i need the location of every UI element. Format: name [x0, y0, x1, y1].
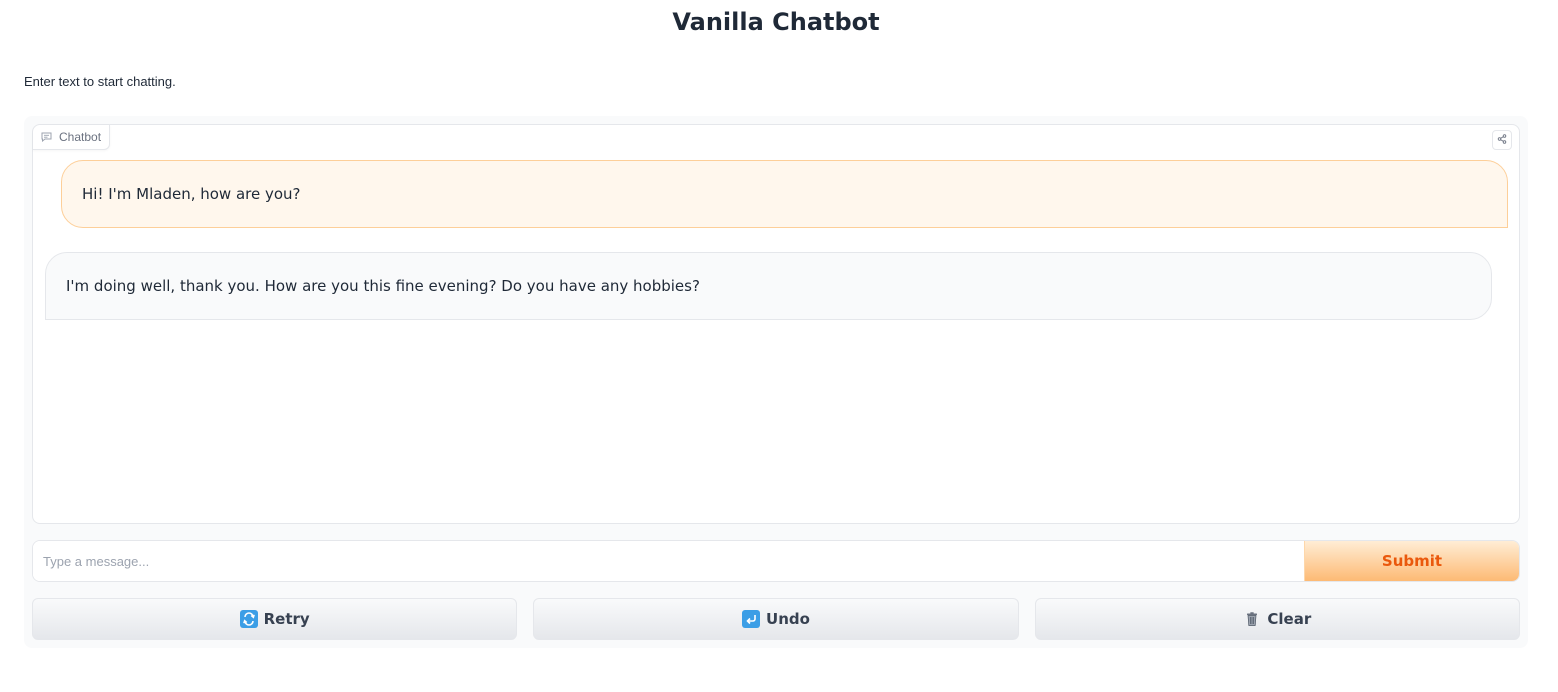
submit-button[interactable]: Submit [1304, 541, 1519, 581]
page-title: Vanilla Chatbot [672, 8, 880, 36]
chat-icon [41, 132, 52, 142]
retry-button[interactable]: Retry [32, 598, 518, 640]
trash-icon [1243, 610, 1261, 628]
undo-icon [742, 610, 761, 628]
share-button[interactable] [1492, 130, 1512, 150]
action-buttons: Retry Undo Clear [32, 598, 1520, 640]
undo-label: Undo [766, 610, 810, 628]
user-message-text: Hi! I'm Mladen, how are you? [82, 185, 301, 203]
chatbot-label-text: Chatbot [59, 130, 102, 144]
chat-panel: Chatbot Hi! I'm Mladen, how are you? I'm… [24, 116, 1528, 648]
page-description: Enter text to start chatting. [24, 74, 176, 89]
share-icon [1497, 131, 1507, 149]
message-input-row: Submit [32, 540, 1520, 582]
clear-button[interactable]: Clear [1034, 598, 1520, 640]
bot-message: I'm doing well, thank you. How are you t… [45, 252, 1492, 320]
clear-label: Clear [1267, 610, 1312, 628]
chatbot-window[interactable]: Chatbot Hi! I'm Mladen, how are you? I'm… [32, 124, 1520, 524]
user-message: Hi! I'm Mladen, how are you? [61, 160, 1508, 228]
retry-icon [239, 610, 258, 628]
retry-label: Retry [263, 610, 310, 628]
message-input[interactable] [33, 541, 1304, 581]
undo-button[interactable]: Undo [533, 598, 1019, 640]
bot-message-text: I'm doing well, thank you. How are you t… [66, 277, 700, 295]
chatbot-label: Chatbot [33, 125, 111, 150]
